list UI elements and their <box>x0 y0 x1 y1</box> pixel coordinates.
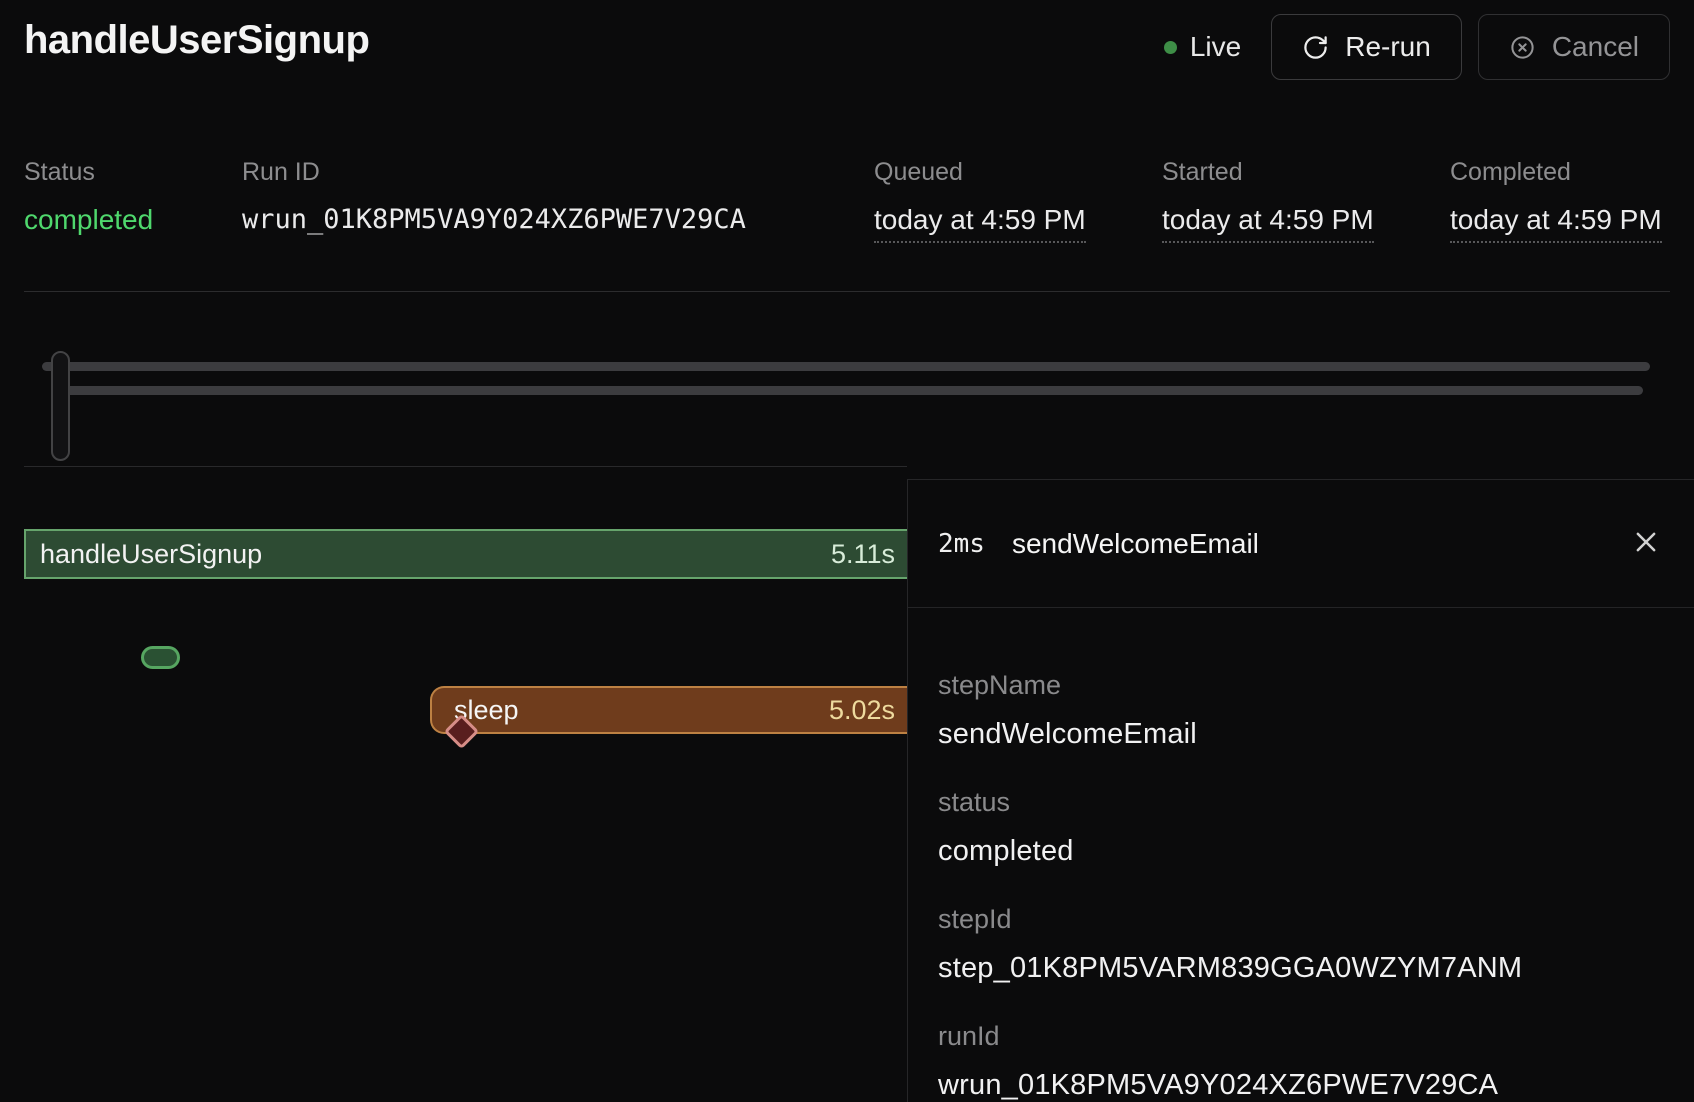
meta-queued: Queued today at 4:59 PM <box>874 158 1086 243</box>
queued-label: Queued <box>874 158 1086 187</box>
run-id-label: Run ID <box>242 158 746 187</box>
live-dot-icon <box>1164 41 1177 54</box>
rerun-button[interactable]: Re-run <box>1271 14 1462 80</box>
span-bar-handleusersignup[interactable]: handleUserSignup 5.11s <box>24 529 907 579</box>
field-label: stepName <box>938 670 1664 701</box>
started-label: Started <box>1162 158 1374 187</box>
rerun-label: Re-run <box>1345 31 1431 63</box>
field-label: stepId <box>938 904 1664 935</box>
header-actions: Live Re-run Cancel <box>1164 14 1670 80</box>
cancel-circle-x-icon <box>1509 34 1536 61</box>
started-value[interactable]: today at 4:59 PM <box>1162 204 1374 243</box>
meta-started: Started today at 4:59 PM <box>1162 158 1374 243</box>
live-indicator: Live <box>1164 31 1241 63</box>
meta-completed: Completed today at 4:59 PM <box>1450 158 1662 243</box>
step-duration: 2ms <box>938 529 985 559</box>
meta-run-id: Run ID wrun_01K8PM5VA9Y024XZ6PWE7V29CA <box>242 158 746 235</box>
cancel-button[interactable]: Cancel <box>1478 14 1670 80</box>
step-detail-header: 2ms sendWelcomeEmail <box>908 480 1694 608</box>
minimap-sleep-bar <box>60 386 1643 395</box>
span-bar-sendwelcomeemail-pill[interactable] <box>141 646 180 669</box>
meta-status: Status completed <box>24 158 153 236</box>
minimap-run-bar <box>42 362 1650 371</box>
step-detail-body: stepName sendWelcomeEmail status complet… <box>908 608 1694 1102</box>
field-run-id: runId wrun_01K8PM5VA9Y024XZ6PWE7V29CA <box>938 1021 1664 1102</box>
field-value: completed <box>938 835 1664 868</box>
rerun-rotate-icon <box>1302 34 1329 61</box>
live-label: Live <box>1190 31 1241 63</box>
step-detail-panel: 2ms sendWelcomeEmail stepName sendWelcom… <box>907 479 1694 1102</box>
queued-value[interactable]: today at 4:59 PM <box>874 204 1086 243</box>
close-x-icon <box>1631 527 1661 560</box>
field-label: status <box>938 787 1664 818</box>
minimap-brush-handle[interactable] <box>51 351 70 461</box>
status-value: completed <box>24 204 153 236</box>
completed-value[interactable]: today at 4:59 PM <box>1450 204 1662 243</box>
span-bar-sleep[interactable]: sleep 5.02s <box>430 686 907 734</box>
run-id-value: wrun_01K8PM5VA9Y024XZ6PWE7V29CA <box>242 204 746 235</box>
waterfall-divider <box>24 466 907 467</box>
close-panel-button[interactable] <box>1628 526 1664 562</box>
page-title: handleUserSignup <box>24 18 369 63</box>
header-divider <box>24 291 1670 292</box>
step-title: sendWelcomeEmail <box>1012 528 1259 560</box>
cancel-label: Cancel <box>1552 31 1639 63</box>
field-step-name: stepName sendWelcomeEmail <box>938 670 1664 751</box>
status-label: Status <box>24 158 153 187</box>
field-value: step_01K8PM5VARM839GGA0WZYM7ANM <box>938 952 1664 985</box>
completed-label: Completed <box>1450 158 1662 187</box>
field-status: status completed <box>938 787 1664 868</box>
field-value: sendWelcomeEmail <box>938 718 1664 751</box>
field-step-id: stepId step_01K8PM5VARM839GGA0WZYM7ANM <box>938 904 1664 985</box>
span-duration: 5.02s <box>829 695 895 726</box>
span-name: handleUserSignup <box>40 539 262 570</box>
workflow-run-page: handleUserSignup Live Re-run Cancel <box>0 0 1694 1102</box>
field-label: runId <box>938 1021 1664 1052</box>
field-value: wrun_01K8PM5VA9Y024XZ6PWE7V29CA <box>938 1069 1664 1102</box>
span-duration: 5.11s <box>831 539 895 570</box>
